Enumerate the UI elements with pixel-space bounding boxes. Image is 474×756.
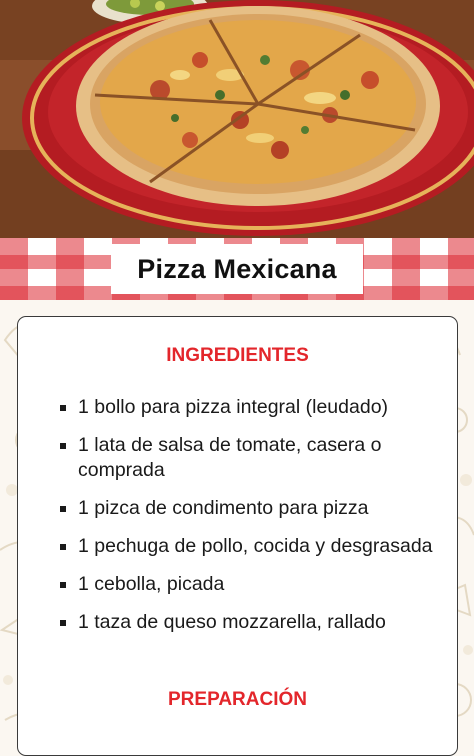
preparation-heading: PREPARACIÓN	[168, 689, 307, 710]
pizza-illustration	[0, 0, 474, 238]
bullet-icon	[60, 443, 66, 449]
bullet-icon	[60, 620, 66, 626]
ingredient-text: 1 pizca de condimento para pizza	[78, 497, 369, 519]
ingredient-list: 1 bollo para pizza integral (leudado) 1 …	[60, 395, 436, 635]
ingredient-text: 1 bollo para pizza integral (leudado)	[78, 396, 389, 418]
title-box: Pizza Mexicana	[111, 244, 363, 294]
ingredient-item: 1 taza de queso mozzarella, rallado	[60, 610, 436, 635]
ingredient-text: 1 pechuga de pollo, cocida y desgrasada	[78, 535, 433, 557]
ingredient-text: 1 lata de salsa de tomate, casera o comp…	[78, 434, 382, 481]
recipe-title: Pizza Mexicana	[137, 253, 337, 284]
ingredient-item: 1 lata de salsa de tomate, casera o comp…	[60, 433, 436, 483]
ingredient-item: 1 bollo para pizza integral (leudado)	[60, 395, 436, 420]
ingredient-item: 1 cebolla, picada	[60, 572, 436, 597]
ingredient-item: 1 pechuga de pollo, cocida y desgrasada	[60, 534, 436, 559]
recipe-card: INGREDIENTES 1 bollo para pizza integral…	[17, 316, 458, 756]
ingredients-heading: INGREDIENTES	[166, 345, 309, 366]
pizza-photo	[0, 0, 474, 238]
ingredient-text: 1 taza de queso mozzarella, rallado	[78, 611, 386, 633]
ingredient-text: 1 cebolla, picada	[78, 573, 225, 595]
bullet-icon	[60, 582, 66, 588]
ingredient-item: 1 pizca de condimento para pizza	[60, 496, 436, 521]
bullet-icon	[60, 405, 66, 411]
bullet-icon	[60, 506, 66, 512]
bullet-icon	[60, 544, 66, 550]
